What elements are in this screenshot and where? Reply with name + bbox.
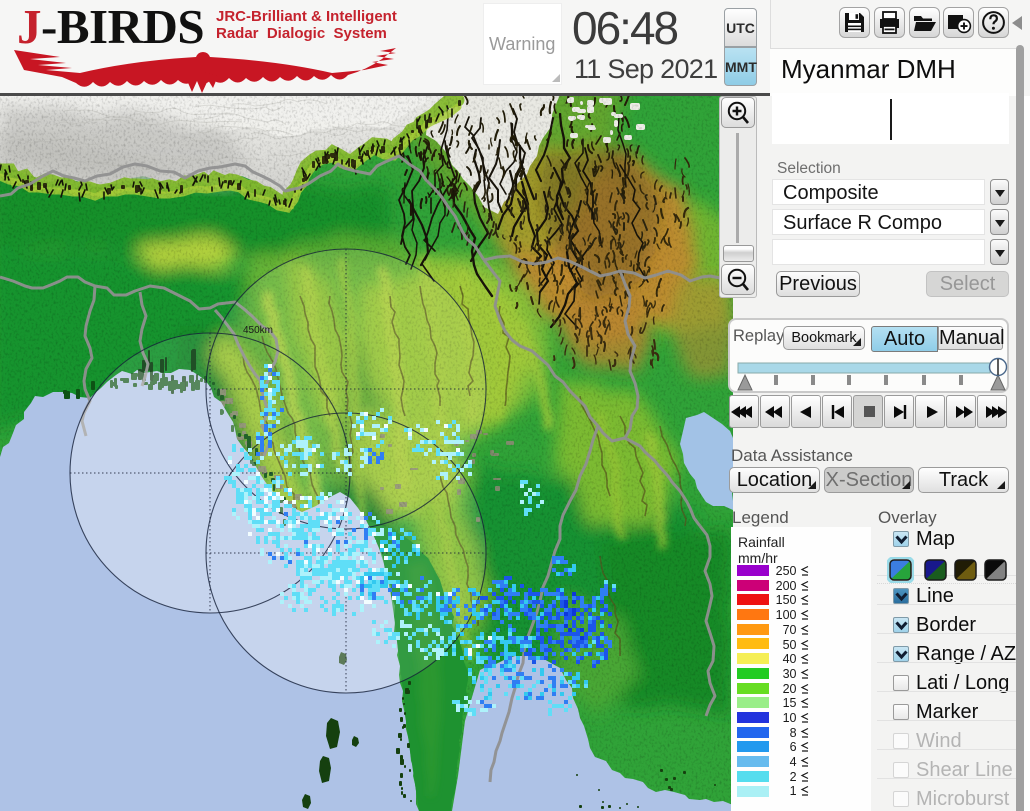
- svg-text:450km: 450km: [243, 325, 273, 336]
